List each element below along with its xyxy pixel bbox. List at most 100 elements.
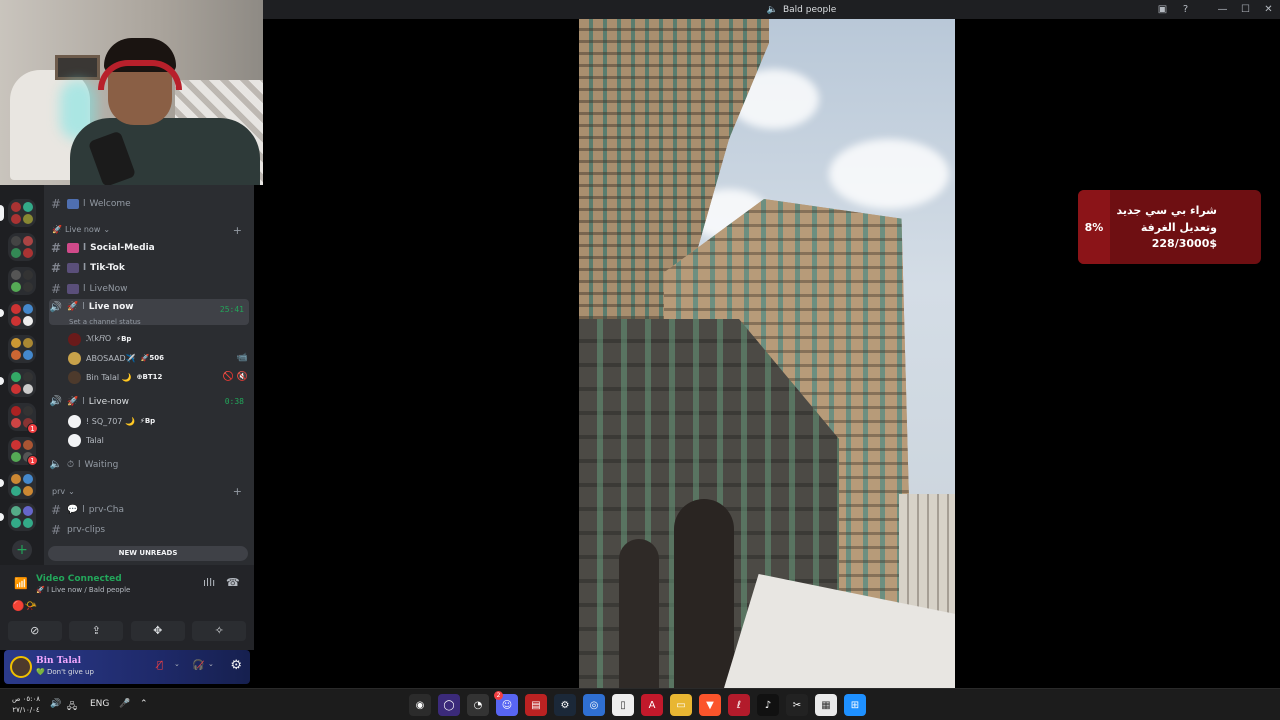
category-prv[interactable]: prv ⌄: [52, 487, 75, 496]
headset-deafened-icon[interactable]: 🎧̸: [192, 660, 204, 671]
disconnect-icon[interactable]: ☎: [226, 576, 240, 589]
folder-icon[interactable]: ▭: [670, 694, 692, 716]
network-icon[interactable]: 🖧: [67, 699, 77, 715]
minimize-button[interactable]: —: [1211, 4, 1234, 15]
create-channel-button[interactable]: +: [233, 224, 242, 237]
speaker-icon: 🔈: [49, 459, 63, 470]
store-icon[interactable]: ▦: [815, 694, 837, 716]
add-server-button[interactable]: +: [12, 540, 32, 560]
rocket-emoji-icon: 🚀: [52, 225, 62, 234]
steam-icon[interactable]: ⚙: [554, 694, 576, 716]
screen-share-button[interactable]: ⇪: [69, 621, 124, 641]
server-rail: 1 1 +: [0, 185, 44, 565]
voice-status-title[interactable]: Video Connected: [36, 574, 122, 584]
voice-user[interactable]: Bin Talal 🌙 ⊕BT12 🚫 🔇: [68, 368, 248, 386]
server-folder-icon[interactable]: [8, 199, 36, 227]
clock-emoji-icon: ⏱: [67, 459, 75, 470]
text-channel-icon: #: [50, 240, 62, 255]
text-channel-icon: #: [50, 522, 62, 537]
activity-icons: 🔴📯: [12, 601, 37, 612]
custom-status: 💚 Don't give up: [36, 668, 94, 676]
adobe-icon[interactable]: A: [641, 694, 663, 716]
chevron-up-icon[interactable]: ⌃: [140, 699, 148, 709]
microphone-icon[interactable]: 🎤: [119, 699, 130, 709]
server-folder-icon[interactable]: [8, 471, 36, 499]
channel-status-hint[interactable]: Set a channel status: [69, 318, 141, 326]
channel-welcome[interactable]: # ا Welcome: [49, 194, 249, 213]
server-folder-icon[interactable]: [8, 233, 36, 261]
voice-user[interactable]: ! SQ_707 🌙 ⚡Bp: [68, 412, 248, 430]
chevron-down-icon: ⌄: [103, 225, 111, 234]
voice-channel-live-now-2[interactable]: 🔊 🚀 ا Live-now: [49, 392, 249, 411]
avatar[interactable]: [10, 656, 32, 678]
discord-icon[interactable]: 2 ☺: [494, 691, 518, 716]
voice-timer: 0:38: [224, 397, 244, 406]
circle-app-icon[interactable]: ◯: [438, 694, 460, 716]
channel-prv-chat[interactable]: # 💬 ا prv-Cha: [49, 500, 249, 519]
rocket-emoji-icon: 🚀: [67, 396, 79, 407]
avatar: [68, 414, 81, 428]
voice-user[interactable]: ℳk𝑅O ⚡Bp: [68, 330, 248, 348]
chevron-down-icon[interactable]: ⌄: [174, 660, 180, 668]
user-panel[interactable]: Bin Talal 💚 Don't give up 🎙̸ ⌄ 🎧̸ ⌄ ⚙: [4, 650, 250, 684]
server-folder-icon[interactable]: [8, 369, 36, 397]
gear-icon[interactable]: ⚙: [230, 658, 242, 673]
avatar: [68, 351, 81, 365]
media-icon[interactable]: ▤: [525, 694, 547, 716]
chevron-down-icon[interactable]: ⌄: [208, 660, 214, 668]
donation-goal-text: شراء بي سي جديد وتعديل الغرفة: [1116, 204, 1217, 234]
server-folder-icon[interactable]: [8, 335, 36, 363]
tiktok-emoji-icon: [67, 262, 79, 273]
file-icon[interactable]: ▯: [612, 694, 634, 716]
voice-user[interactable]: Talal: [68, 431, 248, 449]
mention-badge: 1: [27, 423, 38, 434]
help-icon[interactable]: ?: [1174, 4, 1197, 15]
taskbar-clock[interactable]: ٠٥:٠٨ ص ٢٧/١٠/٠٤: [8, 694, 44, 716]
server-folder-icon[interactable]: [8, 267, 36, 295]
server-folder-icon[interactable]: [8, 503, 36, 531]
noise-suppression-icon[interactable]: ıllı: [203, 576, 215, 589]
music-icon[interactable]: ♪: [757, 694, 779, 716]
category-live-now[interactable]: 🚀 Live now ⌄: [52, 225, 110, 234]
close-button[interactable]: ✕: [1257, 4, 1280, 15]
live-emoji-icon: [67, 283, 79, 294]
text-channel-icon: #: [50, 281, 62, 296]
mic-muted-icon[interactable]: 🎙̸: [157, 660, 163, 671]
channel-tiktok[interactable]: # ا Tik-Tok: [49, 258, 249, 277]
voice-user[interactable]: ABOSAAD✈️ 🚀506 📹: [68, 349, 248, 367]
voice-timer: 25:41: [219, 305, 244, 314]
windows-icon[interactable]: ⊞: [844, 694, 866, 716]
capcut-icon[interactable]: ✂: [786, 694, 808, 716]
clock-app-icon[interactable]: ◔: [467, 694, 489, 716]
maximize-button[interactable]: ☐: [1234, 4, 1257, 15]
volume-icon[interactable]: 🔊: [50, 699, 61, 709]
signal-icon[interactable]: 📶: [14, 577, 28, 590]
camera-off-button[interactable]: ⊘: [7, 621, 62, 641]
new-unreads-button[interactable]: NEW UNREADS: [48, 546, 248, 561]
channel-livenow[interactable]: # ا LiveNow: [49, 279, 249, 298]
mention-badge: 1: [27, 455, 38, 466]
create-channel-button[interactable]: +: [233, 485, 242, 498]
window-titlebar: 🔈 Bald people ▣ ? — ☐ ✕: [263, 0, 1280, 19]
stream-icon: 🔈: [766, 4, 778, 15]
flag-emoji-icon: [67, 198, 79, 209]
desktop: 🔈 Bald people ▣ ? — ☐ ✕ 1 1 + # ا Welcom…: [0, 0, 1280, 720]
channel-prv-clips[interactable]: # prv-clips: [49, 520, 249, 539]
taskbar: ٠٥:٠٨ ص ٢٧/١٠/٠٤ 🔊 🖧 ENG 🎤 ⌃ ◉ ◯ ◔ 2 ☺ ▤ …: [0, 688, 1280, 720]
language-indicator[interactable]: ENG: [90, 699, 109, 709]
brave-icon[interactable]: ▼: [699, 694, 721, 716]
voice-channel-waiting[interactable]: 🔈 ⏱ ا Waiting: [49, 455, 249, 474]
voice-connection-panel: 📶 Video Connected 🚀 ا Live now / Bald pe…: [0, 565, 254, 650]
soundboard-button[interactable]: ✧: [192, 621, 247, 641]
server-folder-icon[interactable]: [8, 301, 36, 329]
inbox-icon[interactable]: ▣: [1151, 4, 1174, 15]
video-stream[interactable]: [579, 19, 955, 688]
chrome-icon[interactable]: ◎: [583, 694, 605, 716]
channel-social-media[interactable]: # ا Social-Media: [49, 238, 249, 257]
app-red-icon[interactable]: ℓ: [728, 694, 750, 716]
activities-button[interactable]: ✥: [130, 621, 185, 641]
text-channel-icon: #: [50, 260, 62, 275]
obs-icon[interactable]: ◉: [409, 694, 431, 716]
muted-deafened-icon: 🚫 🔇: [222, 372, 248, 382]
channel-list: # ا Welcome 🚀 Live now ⌄ + # ا Social-Me…: [44, 185, 254, 565]
